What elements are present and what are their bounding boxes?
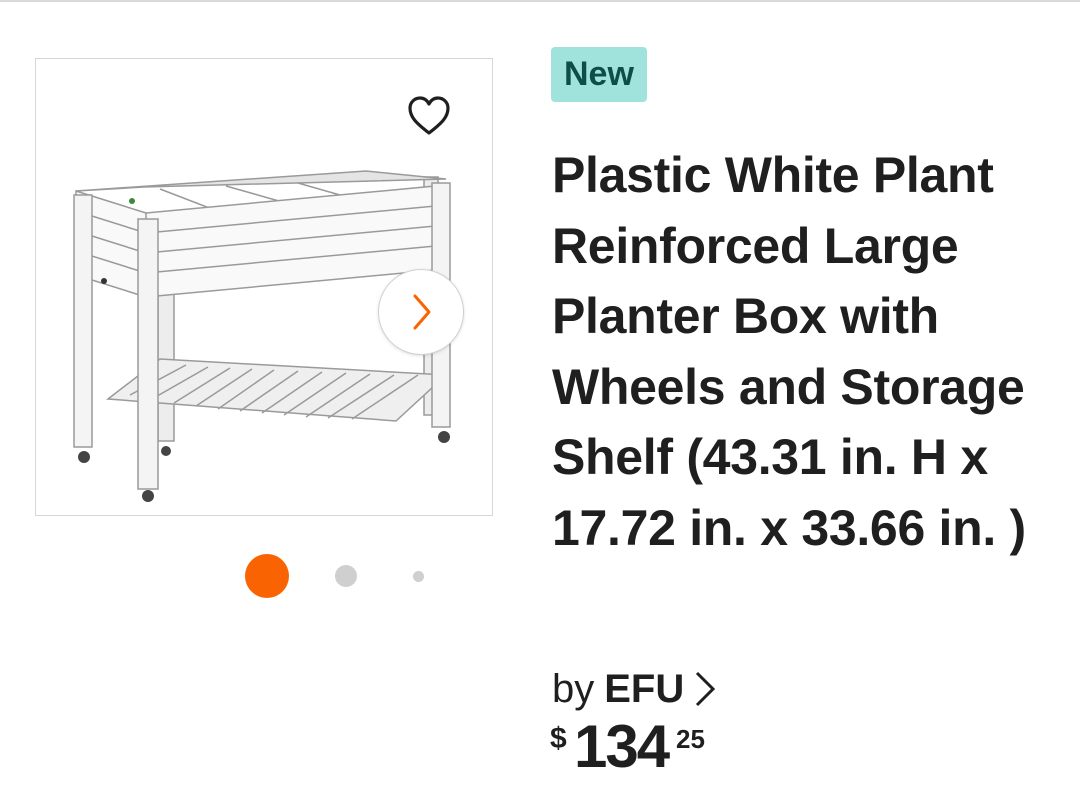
price-dollars: 134 [574, 713, 670, 780]
heart-outline-icon [408, 96, 450, 135]
favorite-button[interactable] [404, 93, 454, 139]
brand-name: EFU [604, 666, 685, 711]
price-cents: 25 [676, 724, 705, 754]
pagination-dot[interactable] [413, 571, 424, 582]
pagination-dot[interactable] [335, 565, 357, 587]
chevron-right-icon [413, 294, 431, 330]
brand-link[interactable]: by EFU [552, 661, 718, 717]
product-image-gallery[interactable] [35, 58, 493, 516]
product-title: Plastic White Plant Reinforced Large Pla… [552, 147, 1026, 556]
pagination-dot-active[interactable] [245, 554, 289, 598]
new-badge: New [551, 47, 647, 102]
next-image-button[interactable] [378, 269, 464, 355]
top-divider [0, 0, 1080, 2]
chevron-right-icon [696, 671, 716, 707]
price-currency: $ [550, 722, 567, 755]
gallery-pagination [240, 552, 440, 602]
brand-prefix: by [552, 666, 595, 711]
